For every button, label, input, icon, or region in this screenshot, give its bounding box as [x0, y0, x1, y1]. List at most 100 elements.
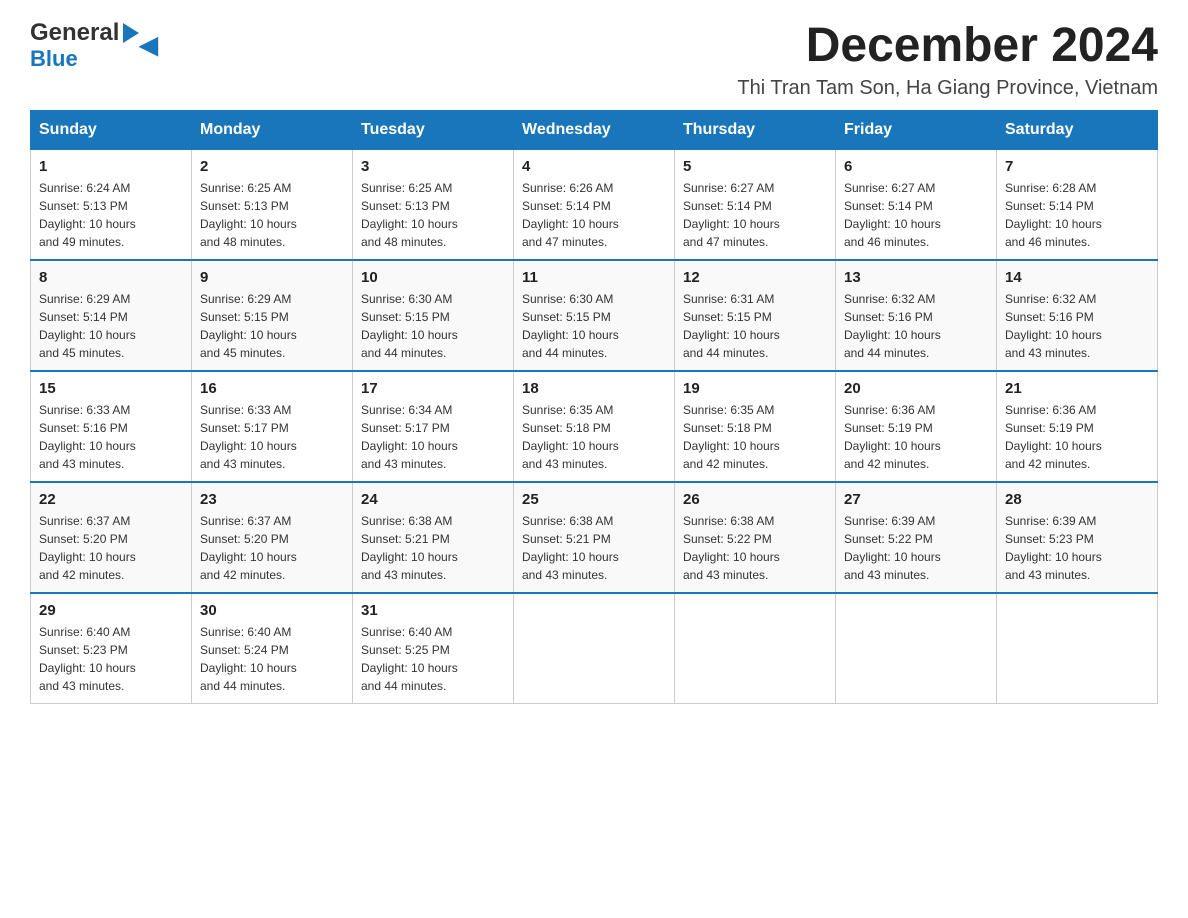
- day-info: Sunrise: 6:29 AMSunset: 5:14 PMDaylight:…: [39, 290, 183, 362]
- calendar-cell: 18Sunrise: 6:35 AMSunset: 5:18 PMDayligh…: [514, 371, 675, 482]
- day-info: Sunrise: 6:31 AMSunset: 5:15 PMDaylight:…: [683, 290, 827, 362]
- day-info: Sunrise: 6:27 AMSunset: 5:14 PMDaylight:…: [844, 179, 988, 251]
- day-info: Sunrise: 6:25 AMSunset: 5:13 PMDaylight:…: [200, 179, 344, 251]
- day-info: Sunrise: 6:40 AMSunset: 5:23 PMDaylight:…: [39, 623, 183, 695]
- day-number: 21: [1005, 380, 1149, 397]
- calendar-header-sunday: Sunday: [31, 110, 192, 149]
- day-number: 14: [1005, 269, 1149, 286]
- calendar-week-row: 15Sunrise: 6:33 AMSunset: 5:16 PMDayligh…: [31, 371, 1158, 482]
- day-info: Sunrise: 6:24 AMSunset: 5:13 PMDaylight:…: [39, 179, 183, 251]
- calendar-cell: 27 Sunrise: 6:39 AMSunset: 5:22 PMDayligh…: [836, 482, 997, 593]
- day-info: Sunrise: 6:36 AMSunset: 5:19 PMDaylight:…: [844, 401, 988, 473]
- logo: General◀ Blue: [30, 20, 139, 72]
- day-info: Sunrise: 6:35 AMSunset: 5:18 PMDaylight:…: [522, 401, 666, 473]
- calendar-cell: [836, 593, 997, 704]
- day-info: Sunrise: 6:32 AMSunset: 5:16 PMDaylight:…: [844, 290, 988, 362]
- calendar-cell: 1Sunrise: 6:24 AMSunset: 5:13 PMDaylight…: [31, 149, 192, 260]
- location-title: Thi Tran Tam Son, Ha Giang Province, Vie…: [737, 77, 1158, 100]
- day-number: 20: [844, 380, 988, 397]
- calendar-cell: 14 Sunrise: 6:32 AMSunset: 5:16 PMDayligh…: [997, 260, 1158, 371]
- calendar-header-wednesday: Wednesday: [514, 110, 675, 149]
- calendar-week-row: 8 Sunrise: 6:29 AMSunset: 5:14 PMDaylight…: [31, 260, 1158, 371]
- calendar-week-row: 1Sunrise: 6:24 AMSunset: 5:13 PMDaylight…: [31, 149, 1158, 260]
- day-number: 12: [683, 269, 827, 286]
- calendar-cell: 10 Sunrise: 6:30 AMSunset: 5:15 PMDayligh…: [353, 260, 514, 371]
- day-number: 22: [39, 491, 183, 508]
- day-number: 27: [844, 491, 988, 508]
- calendar-cell: 11 Sunrise: 6:30 AMSunset: 5:15 PMDayligh…: [514, 260, 675, 371]
- day-number: 9: [200, 269, 344, 286]
- day-info: Sunrise: 6:29 AMSunset: 5:15 PMDaylight:…: [200, 290, 344, 362]
- calendar-cell: 4Sunrise: 6:26 AMSunset: 5:14 PMDaylight…: [514, 149, 675, 260]
- calendar-cell: 16 Sunrise: 6:33 AMSunset: 5:17 PMDayligh…: [192, 371, 353, 482]
- day-info: Sunrise: 6:30 AMSunset: 5:15 PMDaylight:…: [522, 290, 666, 362]
- calendar-cell: 17 Sunrise: 6:34 AMSunset: 5:17 PMDayligh…: [353, 371, 514, 482]
- day-number: 23: [200, 491, 344, 508]
- calendar-cell: 7 Sunrise: 6:28 AMSunset: 5:14 PMDaylight…: [997, 149, 1158, 260]
- day-info: Sunrise: 6:33 AMSunset: 5:17 PMDaylight:…: [200, 401, 344, 473]
- calendar-header-monday: Monday: [192, 110, 353, 149]
- calendar-header-thursday: Thursday: [675, 110, 836, 149]
- day-number: 24: [361, 491, 505, 508]
- calendar-table: SundayMondayTuesdayWednesdayThursdayFrid…: [30, 110, 1158, 704]
- day-info: Sunrise: 6:35 AMSunset: 5:18 PMDaylight:…: [683, 401, 827, 473]
- calendar-cell: 22 Sunrise: 6:37 AMSunset: 5:20 PMDayligh…: [31, 482, 192, 593]
- month-title: December 2024: [737, 20, 1158, 73]
- calendar-cell: [997, 593, 1158, 704]
- day-info: Sunrise: 6:38 AMSunset: 5:21 PMDaylight:…: [522, 512, 666, 584]
- day-number: 26: [683, 491, 827, 508]
- day-number: 17: [361, 380, 505, 397]
- day-info: Sunrise: 6:27 AMSunset: 5:14 PMDaylight:…: [683, 179, 827, 251]
- calendar-cell: 24 Sunrise: 6:38 AMSunset: 5:21 PMDayligh…: [353, 482, 514, 593]
- day-info: Sunrise: 6:39 AMSunset: 5:22 PMDaylight:…: [844, 512, 988, 584]
- calendar-cell: 12 Sunrise: 6:31 AMSunset: 5:15 PMDayligh…: [675, 260, 836, 371]
- day-number: 4: [522, 158, 666, 175]
- day-number: 6: [844, 158, 988, 175]
- day-number: 31: [361, 602, 505, 619]
- calendar-cell: [514, 593, 675, 704]
- calendar-cell: 31 Sunrise: 6:40 AMSunset: 5:25 PMDayligh…: [353, 593, 514, 704]
- calendar-cell: 25Sunrise: 6:38 AMSunset: 5:21 PMDayligh…: [514, 482, 675, 593]
- calendar-week-row: 29 Sunrise: 6:40 AMSunset: 5:23 PMDayligh…: [31, 593, 1158, 704]
- calendar-cell: 15Sunrise: 6:33 AMSunset: 5:16 PMDayligh…: [31, 371, 192, 482]
- day-info: Sunrise: 6:39 AMSunset: 5:23 PMDaylight:…: [1005, 512, 1149, 584]
- day-number: 8: [39, 269, 183, 286]
- calendar-week-row: 22 Sunrise: 6:37 AMSunset: 5:20 PMDayligh…: [31, 482, 1158, 593]
- day-number: 19: [683, 380, 827, 397]
- day-info: Sunrise: 6:25 AMSunset: 5:13 PMDaylight:…: [361, 179, 505, 251]
- day-number: 16: [200, 380, 344, 397]
- day-info: Sunrise: 6:30 AMSunset: 5:15 PMDaylight:…: [361, 290, 505, 362]
- calendar-cell: 13Sunrise: 6:32 AMSunset: 5:16 PMDayligh…: [836, 260, 997, 371]
- calendar-cell: 5Sunrise: 6:27 AMSunset: 5:14 PMDaylight…: [675, 149, 836, 260]
- day-info: Sunrise: 6:34 AMSunset: 5:17 PMDaylight:…: [361, 401, 505, 473]
- day-info: Sunrise: 6:32 AMSunset: 5:16 PMDaylight:…: [1005, 290, 1149, 362]
- calendar-cell: 2Sunrise: 6:25 AMSunset: 5:13 PMDaylight…: [192, 149, 353, 260]
- calendar-header-friday: Friday: [836, 110, 997, 149]
- day-info: Sunrise: 6:36 AMSunset: 5:19 PMDaylight:…: [1005, 401, 1149, 473]
- page-header: General◀ Blue December 2024 Thi Tran Tam…: [30, 20, 1158, 100]
- day-number: 28: [1005, 491, 1149, 508]
- calendar-cell: 29 Sunrise: 6:40 AMSunset: 5:23 PMDayligh…: [31, 593, 192, 704]
- calendar-cell: 28 Sunrise: 6:39 AMSunset: 5:23 PMDayligh…: [997, 482, 1158, 593]
- logo-blue-text: Blue: [30, 46, 78, 72]
- calendar-cell: 23 Sunrise: 6:37 AMSunset: 5:20 PMDayligh…: [192, 482, 353, 593]
- calendar-cell: 30Sunrise: 6:40 AMSunset: 5:24 PMDayligh…: [192, 593, 353, 704]
- calendar-cell: 6 Sunrise: 6:27 AMSunset: 5:14 PMDaylight…: [836, 149, 997, 260]
- day-number: 10: [361, 269, 505, 286]
- calendar-header-saturday: Saturday: [997, 110, 1158, 149]
- day-number: 11: [522, 269, 666, 286]
- day-info: Sunrise: 6:37 AMSunset: 5:20 PMDaylight:…: [39, 512, 183, 584]
- calendar-cell: 8 Sunrise: 6:29 AMSunset: 5:14 PMDaylight…: [31, 260, 192, 371]
- day-info: Sunrise: 6:37 AMSunset: 5:20 PMDaylight:…: [200, 512, 344, 584]
- day-info: Sunrise: 6:38 AMSunset: 5:21 PMDaylight:…: [361, 512, 505, 584]
- day-info: Sunrise: 6:40 AMSunset: 5:25 PMDaylight:…: [361, 623, 505, 695]
- day-number: 29: [39, 602, 183, 619]
- day-number: 30: [200, 602, 344, 619]
- calendar-cell: 20 Sunrise: 6:36 AMSunset: 5:19 PMDayligh…: [836, 371, 997, 482]
- calendar-cell: [675, 593, 836, 704]
- day-number: 3: [361, 158, 505, 175]
- day-number: 7: [1005, 158, 1149, 175]
- day-info: Sunrise: 6:28 AMSunset: 5:14 PMDaylight:…: [1005, 179, 1149, 251]
- title-block: December 2024 Thi Tran Tam Son, Ha Giang…: [737, 20, 1158, 100]
- calendar-cell: 19 Sunrise: 6:35 AMSunset: 5:18 PMDayligh…: [675, 371, 836, 482]
